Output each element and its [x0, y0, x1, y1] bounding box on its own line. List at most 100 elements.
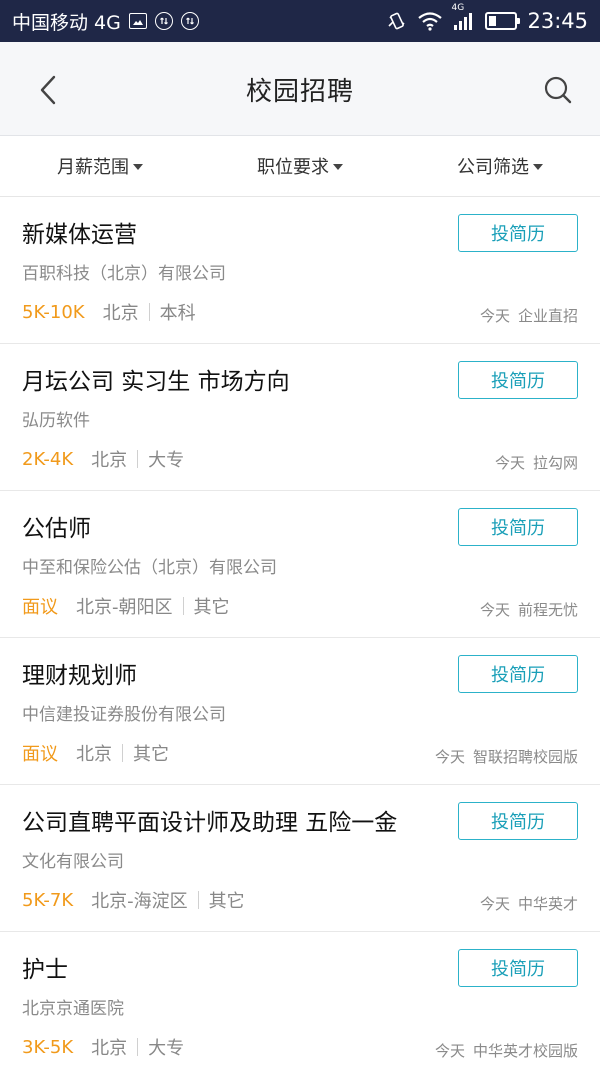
job-company: 弘历软件: [22, 411, 90, 431]
job-date: 今天: [479, 307, 510, 325]
job-company: 文化有限公司: [22, 852, 124, 872]
job-date: 今天: [434, 748, 465, 766]
battery-icon: [485, 12, 521, 30]
job-source-name: 智联招聘校园版: [472, 748, 578, 766]
job-title: 理财规划师: [22, 663, 137, 689]
job-requirement: 其它: [208, 891, 245, 912]
image-icon: [128, 13, 147, 29]
caret-down-icon: [133, 164, 143, 170]
job-salary: 面议: [22, 744, 58, 765]
job-card[interactable]: 护士 北京京通医院 3K-5K 北京 大专 投简历 今天 中华英才校园版: [0, 932, 600, 1079]
status-left: 中国移动 4G: [12, 8, 199, 35]
job-meta: 面议 北京-朝阳区 其它: [22, 593, 230, 619]
job-company: 中信建投证券股份有限公司: [22, 705, 226, 725]
filter-company[interactable]: 公司筛选: [400, 136, 600, 196]
job-title: 护士: [22, 957, 68, 983]
caret-down-icon: [333, 164, 343, 170]
job-title: 月坛公司 实习生 市场方向: [22, 369, 290, 395]
job-date: 今天: [494, 454, 525, 472]
job-salary: 5K-7K: [22, 889, 74, 911]
job-card[interactable]: 公司直聘平面设计师及助理 五险一金 文化有限公司 5K-7K 北京-海淀区 其它…: [0, 785, 600, 932]
job-title: 公估师: [22, 516, 91, 542]
job-salary: 5K-10K: [22, 301, 85, 323]
job-source-name: 前程无忧: [517, 601, 578, 619]
job-location: 北京-朝阳区: [76, 597, 173, 618]
divider: [137, 450, 139, 468]
status-right: 4G 23:45: [387, 3, 588, 33]
divider: [182, 597, 184, 615]
job-source: 今天 中华英才校园版: [435, 1040, 578, 1061]
job-date: 今天: [479, 895, 510, 913]
filter-label: 月薪范围: [57, 157, 129, 178]
clock: 23:45: [527, 9, 588, 33]
search-icon: [544, 76, 572, 104]
job-requirement: 其它: [193, 597, 230, 618]
job-location: 北京: [76, 744, 112, 765]
job-requirement: 大专: [148, 450, 185, 471]
job-meta: 2K-4K 北京 大专: [22, 446, 184, 472]
divider: [137, 1038, 139, 1056]
apply-resume-button[interactable]: 投简历: [458, 214, 578, 252]
network-badge: 4G: [451, 3, 465, 13]
sync-icon: [180, 12, 199, 30]
job-salary: 3K-5K: [22, 1036, 74, 1058]
divider: [122, 744, 123, 762]
job-source-name: 拉勾网: [532, 454, 578, 472]
job-source: 今天 企业直招: [480, 305, 578, 326]
filter-label: 职位要求: [257, 157, 329, 178]
app-header: 校园招聘: [0, 42, 600, 136]
filter-bar: 月薪范围 职位要求 公司筛选: [0, 136, 600, 197]
filter-label: 公司筛选: [457, 157, 529, 178]
job-location: 北京: [91, 450, 128, 471]
job-location: 北京: [102, 303, 139, 324]
job-card[interactable]: 理财规划师 中信建投证券股份有限公司 面议 北京 其它 投简历 今天 智联招聘校园…: [0, 638, 600, 785]
job-date: 今天: [479, 601, 510, 619]
job-source: 今天 中华英才: [480, 893, 578, 914]
job-location: 北京-海淀区: [91, 891, 188, 912]
job-company: 北京京通医院: [22, 999, 124, 1019]
job-card[interactable]: 月坛公司 实习生 市场方向 弘历软件 2K-4K 北京 大专 投简历 今天 拉勾网: [0, 344, 600, 491]
filter-position-requirement[interactable]: 职位要求: [200, 136, 400, 196]
search-button[interactable]: [538, 70, 578, 110]
apply-resume-button[interactable]: 投简历: [458, 655, 578, 693]
job-list: 新媒体运营 百职科技（北京）有限公司 5K-10K 北京 本科 投简历 今天 企业…: [0, 197, 600, 1079]
apply-resume-button[interactable]: 投简历: [458, 802, 578, 840]
job-meta: 面议 北京 其它: [22, 740, 169, 766]
divider: [148, 303, 150, 321]
job-requirement: 本科: [159, 303, 196, 324]
job-source: 今天 前程无忧: [480, 599, 578, 620]
job-source: 今天 拉勾网: [495, 452, 578, 473]
job-requirement: 其它: [133, 744, 169, 765]
job-date: 今天: [434, 1042, 465, 1060]
job-title: 新媒体运营: [22, 222, 137, 248]
job-source: 今天 智联招聘校园版: [435, 746, 578, 767]
job-company: 百职科技（北京）有限公司: [22, 264, 226, 284]
apply-resume-button[interactable]: 投简历: [458, 949, 578, 987]
wifi-icon: [417, 11, 443, 31]
page-title: 校园招聘: [245, 76, 354, 107]
job-location: 北京: [91, 1038, 128, 1059]
job-meta: 5K-10K 北京 本科: [22, 299, 196, 325]
divider: [197, 891, 199, 909]
job-card[interactable]: 公估师 中至和保险公估（北京）有限公司 面议 北京-朝阳区 其它 投简历 今天前…: [0, 491, 600, 638]
vibrate-icon: [387, 11, 407, 31]
signal-icon: 4G: [451, 3, 475, 31]
job-source-name: 中华英才校园版: [472, 1042, 578, 1060]
job-title: 公司直聘平面设计师及助理 五险一金: [22, 810, 398, 836]
job-requirement: 大专: [148, 1038, 185, 1059]
job-source-name: 中华英才: [517, 895, 578, 913]
job-source-name: 企业直招: [517, 307, 578, 325]
sync-icon: [154, 12, 173, 30]
apply-resume-button[interactable]: 投简历: [458, 361, 578, 399]
status-bar: 中国移动 4G 4G 23:45: [0, 0, 600, 42]
job-salary: 面议: [22, 597, 58, 618]
job-meta: 5K-7K 北京-海淀区 其它: [22, 887, 245, 913]
job-card[interactable]: 新媒体运营 百职科技（北京）有限公司 5K-10K 北京 本科 投简历 今天 企业…: [0, 197, 600, 344]
filter-salary-range[interactable]: 月薪范围: [0, 136, 200, 196]
job-meta: 3K-5K 北京 大专: [22, 1034, 184, 1060]
caret-down-icon: [533, 164, 543, 170]
job-company: 中至和保险公估（北京）有限公司: [22, 558, 277, 578]
job-salary: 2K-4K: [22, 448, 74, 470]
apply-resume-button[interactable]: 投简历: [458, 508, 578, 546]
carrier-label: 中国移动 4G: [12, 11, 121, 34]
